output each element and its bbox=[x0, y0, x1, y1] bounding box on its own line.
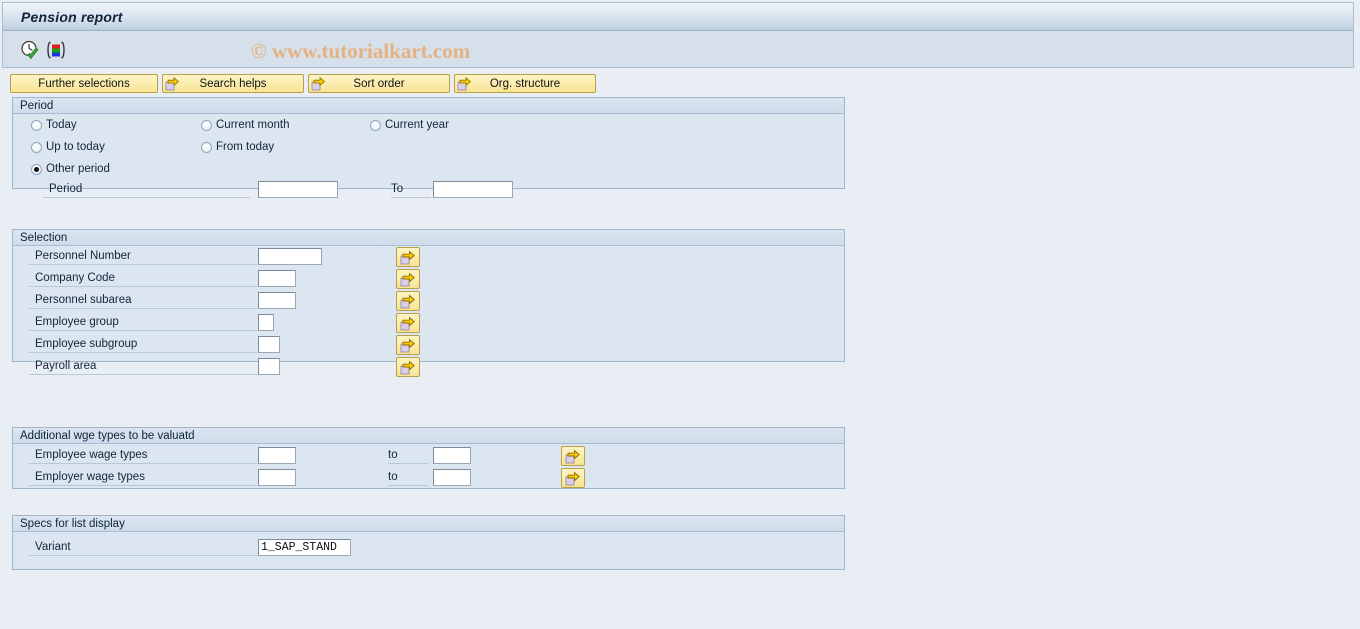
window-title-bar: Pension report bbox=[2, 2, 1354, 31]
payroll-area-input[interactable] bbox=[258, 358, 280, 375]
personnel-number-label: Personnel Number bbox=[29, 250, 257, 265]
personnel-subarea-label: Personnel subarea bbox=[29, 294, 257, 309]
radio-today-label: Today bbox=[46, 119, 77, 131]
company-code-label: Company Code bbox=[29, 272, 257, 287]
radio-from-today[interactable]: From today bbox=[201, 141, 274, 153]
arrow-right-icon bbox=[400, 316, 415, 330]
radio-current-year-label: Current year bbox=[385, 119, 449, 131]
arrow-right-icon bbox=[565, 471, 580, 485]
further-selections-label: Further selections bbox=[38, 77, 130, 90]
execute-clock-icon[interactable] bbox=[19, 39, 41, 61]
toolbar: © www.tutorialkart.com bbox=[2, 31, 1354, 68]
radio-dot-icon bbox=[31, 119, 42, 131]
action-button-row: Further selections Search helps Sort ord… bbox=[10, 74, 600, 93]
personnel-number-input[interactable] bbox=[258, 248, 322, 265]
wage-types-group-header: Additional wge types to be valuatd bbox=[13, 428, 844, 444]
employer-wage-types-from-input[interactable] bbox=[258, 469, 296, 486]
wage-types-group-body: Employee wage types to Employer wage typ… bbox=[13, 444, 844, 488]
arrow-right-icon bbox=[400, 250, 415, 264]
list-display-group-header: Specs for list display bbox=[13, 516, 844, 532]
employee-wage-types-to-label: to bbox=[388, 449, 428, 464]
search-helps-button[interactable]: Search helps bbox=[162, 74, 304, 93]
radio-current-year[interactable]: Current year bbox=[370, 119, 449, 131]
company-code-select-options-button[interactable] bbox=[396, 269, 420, 289]
employee-group-label: Employee group bbox=[29, 316, 257, 331]
arrow-right-icon bbox=[457, 76, 472, 91]
sort-order-label: Sort order bbox=[353, 77, 405, 90]
sap-report-window: Pension report © www.tutorialkart.com Fu… bbox=[0, 0, 1360, 629]
radio-today[interactable]: Today bbox=[31, 119, 77, 131]
employee-wage-types-select-options-button[interactable] bbox=[561, 446, 585, 466]
employer-wage-types-label: Employer wage types bbox=[29, 471, 257, 486]
selection-group: Selection Personnel Number Company Code bbox=[12, 229, 845, 377]
employee-group-select-options-button[interactable] bbox=[396, 313, 420, 333]
employee-subgroup-input[interactable] bbox=[258, 336, 280, 353]
period-to-label: To bbox=[391, 183, 431, 198]
radio-dot-icon bbox=[31, 163, 42, 175]
personnel-subarea-input[interactable] bbox=[258, 292, 296, 309]
radio-up-to-today-label: Up to today bbox=[46, 141, 105, 153]
employee-group-input[interactable] bbox=[258, 314, 274, 331]
radio-dot-icon bbox=[31, 141, 42, 153]
list-display-group-body: Variant bbox=[13, 532, 844, 568]
arrow-right-icon bbox=[400, 272, 415, 286]
radio-dot-icon bbox=[370, 119, 381, 131]
period-group: Period Today Current month Current year … bbox=[12, 97, 845, 198]
arrow-right-icon bbox=[311, 76, 326, 91]
variant-label: Variant bbox=[29, 541, 257, 556]
radio-dot-icon bbox=[201, 141, 212, 153]
selection-group-body: Personnel Number Company Code Personnel … bbox=[13, 246, 844, 377]
period-field-label: Period bbox=[43, 183, 250, 198]
further-selections-button[interactable]: Further selections bbox=[10, 74, 158, 93]
period-group-body: Today Current month Current year Up to t… bbox=[13, 114, 844, 198]
radio-other-period[interactable]: Other period bbox=[31, 163, 110, 175]
radio-current-month[interactable]: Current month bbox=[201, 119, 290, 131]
selection-group-header: Selection bbox=[13, 230, 844, 246]
arrow-right-icon bbox=[400, 338, 415, 352]
arrow-right-icon bbox=[565, 449, 580, 463]
employee-subgroup-select-options-button[interactable] bbox=[396, 335, 420, 355]
wage-types-group: Additional wge types to be valuatd Emplo… bbox=[12, 427, 845, 489]
sort-order-button[interactable]: Sort order bbox=[308, 74, 450, 93]
period-to-input[interactable] bbox=[433, 181, 513, 198]
payroll-area-select-options-button[interactable] bbox=[396, 357, 420, 377]
period-group-header: Period bbox=[13, 98, 844, 114]
employee-wage-types-from-input[interactable] bbox=[258, 447, 296, 464]
personnel-number-select-options-button[interactable] bbox=[396, 247, 420, 267]
variant-bars-icon[interactable] bbox=[45, 39, 67, 61]
employee-wage-types-label: Employee wage types bbox=[29, 449, 257, 464]
radio-other-period-label: Other period bbox=[46, 163, 110, 175]
company-code-input[interactable] bbox=[258, 270, 296, 287]
variant-input[interactable] bbox=[258, 539, 351, 556]
search-helps-label: Search helps bbox=[199, 77, 267, 90]
arrow-right-icon bbox=[400, 294, 415, 308]
period-from-input[interactable] bbox=[258, 181, 338, 198]
personnel-subarea-select-options-button[interactable] bbox=[396, 291, 420, 311]
payroll-area-label: Payroll area bbox=[29, 360, 257, 375]
radio-up-to-today[interactable]: Up to today bbox=[31, 141, 105, 153]
employee-wage-types-to-input[interactable] bbox=[433, 447, 471, 464]
arrow-right-icon bbox=[165, 76, 180, 91]
radio-dot-icon bbox=[201, 119, 212, 131]
employee-subgroup-label: Employee subgroup bbox=[29, 338, 257, 353]
employer-wage-types-select-options-button[interactable] bbox=[561, 468, 585, 488]
employer-wage-types-to-label: to bbox=[388, 471, 428, 486]
selection-screen: Further selections Search helps Sort ord… bbox=[2, 70, 1354, 627]
employer-wage-types-to-input[interactable] bbox=[433, 469, 471, 486]
page-title: Pension report bbox=[21, 8, 123, 25]
radio-current-month-label: Current month bbox=[216, 119, 290, 131]
radio-from-today-label: From today bbox=[216, 141, 275, 153]
org-structure-label: Org. structure bbox=[489, 77, 561, 90]
list-display-group: Specs for list display Variant bbox=[12, 515, 845, 570]
org-structure-button[interactable]: Org. structure bbox=[454, 74, 596, 93]
arrow-right-icon bbox=[400, 360, 415, 374]
watermark-text: © www.tutorialkart.com bbox=[251, 39, 471, 63]
